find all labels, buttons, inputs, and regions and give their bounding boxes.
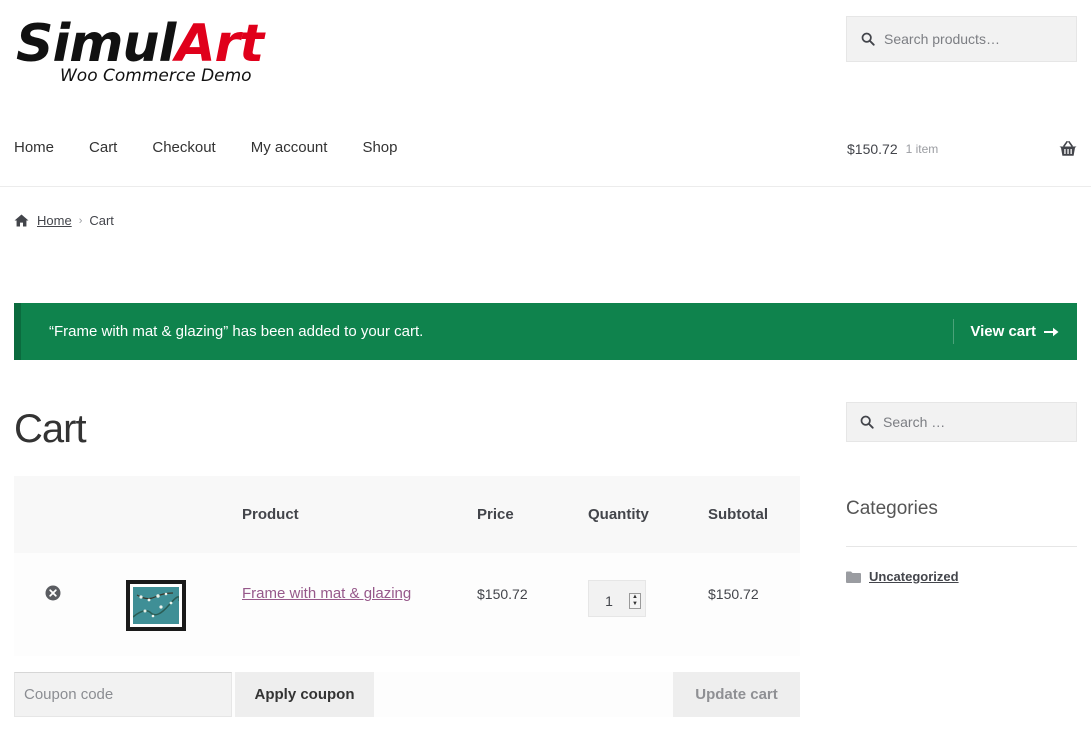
arrow-right-icon bbox=[1044, 327, 1059, 336]
nav-shop[interactable]: Shop bbox=[362, 138, 397, 158]
spinner-down-icon[interactable]: ▼ bbox=[630, 601, 640, 608]
nav-my-account[interactable]: My account bbox=[251, 138, 328, 158]
nav-checkout[interactable]: Checkout bbox=[152, 138, 215, 158]
remove-item-icon[interactable] bbox=[45, 585, 61, 601]
nav-cart[interactable]: Cart bbox=[89, 138, 117, 158]
header-cart-count: 1 item bbox=[905, 142, 939, 156]
cart-notice: “Frame with mat & glazing” has been adde… bbox=[14, 303, 1077, 360]
basket-icon bbox=[1059, 141, 1077, 156]
logo-tagline: Woo Commerce Demo bbox=[60, 66, 252, 86]
cart-table: Product Price Quantity Subtotal Frame wi… bbox=[14, 476, 800, 656]
logo-wordmark: SimulArt bbox=[16, 14, 264, 74]
header-search[interactable] bbox=[846, 16, 1077, 62]
category-item: Uncategorized bbox=[846, 569, 959, 584]
header-search-input[interactable] bbox=[884, 31, 1064, 47]
spinner-up-icon[interactable]: ▲ bbox=[630, 594, 640, 601]
sidebar-search-input[interactable] bbox=[883, 414, 1063, 430]
categories-divider bbox=[846, 546, 1077, 547]
column-quantity: Quantity bbox=[588, 506, 649, 523]
quantity-spinner[interactable]: ▲ ▼ bbox=[629, 592, 641, 609]
product-price: $150.72 bbox=[477, 586, 528, 602]
apply-coupon-button[interactable]: Apply coupon bbox=[235, 672, 374, 717]
column-subtotal: Subtotal bbox=[708, 506, 768, 523]
header-cart-link[interactable]: $150.72 1 item bbox=[847, 138, 1077, 160]
table-row: Frame with mat & glazing $150.72 1 ▲ ▼ $… bbox=[14, 553, 800, 656]
cart-actions: Apply coupon Update cart bbox=[14, 672, 800, 717]
search-icon bbox=[860, 415, 874, 429]
breadcrumb-separator: › bbox=[78, 214, 83, 227]
coupon-code-input[interactable] bbox=[14, 672, 232, 717]
header-divider bbox=[0, 186, 1091, 187]
view-cart-button[interactable]: View cart bbox=[953, 319, 1077, 344]
cart-table-header: Product Price Quantity Subtotal bbox=[14, 476, 800, 553]
product-thumbnail[interactable] bbox=[126, 580, 186, 631]
product-link[interactable]: Frame with mat & glazing bbox=[242, 585, 411, 602]
quantity-value[interactable]: 1 bbox=[589, 589, 629, 609]
home-icon bbox=[14, 214, 29, 227]
product-subtotal: $150.72 bbox=[708, 586, 759, 602]
folder-icon bbox=[846, 571, 861, 583]
update-cart-button[interactable]: Update cart bbox=[673, 672, 800, 717]
categories-title: Categories bbox=[846, 498, 938, 519]
breadcrumb-current: Cart bbox=[89, 213, 114, 228]
sidebar-search[interactable] bbox=[846, 402, 1077, 442]
search-icon bbox=[861, 32, 875, 46]
header-cart-amount: $150.72 bbox=[847, 141, 898, 157]
category-link-uncategorized[interactable]: Uncategorized bbox=[869, 569, 959, 584]
site-logo[interactable]: SimulArt Woo Commerce Demo bbox=[14, 14, 264, 90]
breadcrumb: Home › Cart bbox=[14, 213, 114, 228]
notice-message: “Frame with mat & glazing” has been adde… bbox=[49, 323, 424, 340]
main-navigation: Home Cart Checkout My account Shop bbox=[14, 138, 432, 158]
page-title: Cart bbox=[14, 407, 87, 451]
column-product: Product bbox=[242, 506, 299, 523]
nav-home[interactable]: Home bbox=[14, 138, 54, 158]
breadcrumb-home[interactable]: Home bbox=[37, 213, 72, 228]
product-image bbox=[133, 587, 179, 624]
quantity-stepper[interactable]: 1 ▲ ▼ bbox=[588, 580, 646, 617]
column-price: Price bbox=[477, 506, 514, 523]
view-cart-label: View cart bbox=[970, 323, 1036, 340]
